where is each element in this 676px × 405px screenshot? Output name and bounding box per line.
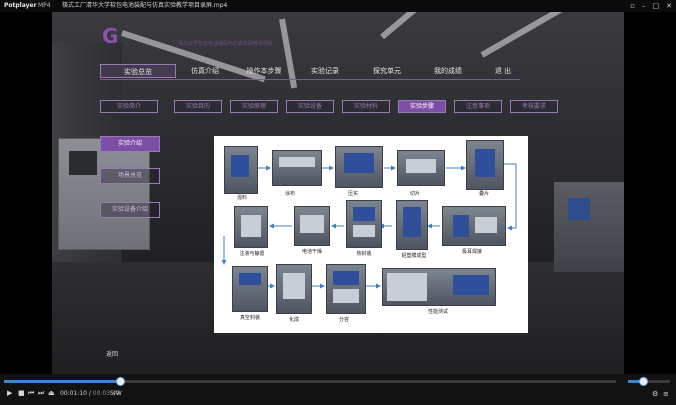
heat-sealing-image — [346, 200, 382, 248]
tab-assessment[interactable]: 考核要求 — [510, 100, 558, 113]
stacking-image — [466, 140, 504, 190]
top-nav: 实验总览 仿真介绍 操作本步骤 实验记录 探究单元 我的成绩 退 出 — [100, 64, 540, 78]
seek-thumb[interactable] — [116, 377, 126, 386]
mixing-image — [224, 146, 258, 194]
seek-progress — [4, 380, 121, 383]
next-icon[interactable]: ⏭ — [38, 389, 44, 398]
nav-overview[interactable]: 实验总览 — [100, 64, 176, 78]
nav-exit[interactable]: 退 出 — [478, 64, 528, 78]
nav-underline — [100, 79, 520, 80]
seek-bar[interactable] — [4, 377, 616, 386]
nav-grades[interactable]: 我的成绩 — [418, 64, 478, 78]
side-button-intro[interactable]: 实验介绍 — [100, 136, 160, 152]
settings-icon[interactable]: ⚙ — [652, 390, 658, 398]
minimize-icon[interactable]: – — [642, 0, 646, 12]
nav-explore[interactable]: 探究单元 — [356, 64, 418, 78]
grading-image — [326, 264, 366, 314]
tab-notes[interactable]: 注意事项 — [454, 100, 502, 113]
sw-toggle[interactable]: S/W — [110, 390, 122, 397]
stop-icon[interactable]: ■ — [18, 389, 25, 397]
vacuum-sealing-image — [232, 266, 268, 312]
menu-icon[interactable]: ≡ — [663, 390, 669, 398]
volume-slider[interactable] — [628, 377, 670, 386]
performance-test-image — [382, 268, 496, 306]
lab-logo: G — [102, 24, 118, 48]
tab-welding-image — [442, 206, 506, 246]
nav-intro[interactable]: 仿真介绍 — [176, 64, 234, 78]
nav-records[interactable]: 实验记录 — [294, 64, 356, 78]
maximize-icon[interactable]: □ — [653, 0, 660, 12]
cutting-image — [397, 150, 445, 186]
formation-image — [276, 264, 312, 314]
current-time: 00:01:10 — [60, 390, 87, 397]
film-forming-image — [396, 200, 428, 250]
ceiling-light — [480, 12, 579, 58]
file-format: MP4 — [38, 2, 51, 9]
player-controls: ▶ ■ ⏮ ⏭ ⏏ 00:01:10 / 00:03:40 S/W ⚙ ≡ — [0, 374, 676, 405]
lab-subtitle: 清华大学软包电池装配与仿真实验教学项目 — [178, 41, 274, 47]
side-button-scene[interactable]: 场景总览 — [100, 168, 160, 184]
electrolyte-filling-image — [234, 206, 268, 248]
play-icon[interactable]: ▶ — [7, 389, 12, 397]
eject-icon[interactable]: ⏏ — [48, 389, 55, 397]
tab-brief[interactable]: 实验简介 — [100, 100, 158, 113]
pressing-image — [335, 146, 383, 188]
process-flow-diagram: 混料 涂布 压实 切片 叠片 极耳焊接 铝塑膜成型 热封装 电池干燥 注液与静置… — [214, 136, 528, 333]
prev-icon[interactable]: ⏮ — [28, 389, 34, 398]
return-button[interactable]: 返回 — [106, 349, 118, 358]
ceiling-light — [380, 12, 453, 40]
volume-thumb[interactable] — [638, 377, 648, 386]
pin-icon[interactable]: ▫ — [630, 0, 635, 12]
tab-steps[interactable]: 实验步骤 — [398, 100, 446, 113]
lab-machine — [58, 138, 150, 250]
tab-purpose[interactable]: 实验目的 — [174, 100, 222, 113]
coating-image — [272, 150, 322, 186]
tab-equipment[interactable]: 实验设备 — [286, 100, 334, 113]
app-name[interactable]: Potplayer — [4, 0, 37, 12]
tab-principle[interactable]: 实验原理 — [230, 100, 278, 113]
video-area[interactable]: G 清华大学软包电池装配与仿真实验教学项目 实验总览 仿真介绍 操作本步骤 实验… — [0, 12, 676, 374]
drying-image — [294, 206, 330, 246]
title-bar: Potplayer MP4 筷式工厂清华大学软包电池装配与仿真实验教学项目录屏.… — [0, 0, 676, 12]
close-icon[interactable]: ✕ — [666, 0, 672, 12]
window-title: 筷式工厂清华大学软包电池装配与仿真实验教学项目录屏.mp4 — [62, 2, 228, 9]
lab-machine — [554, 182, 624, 272]
nav-steps[interactable]: 操作本步骤 — [234, 64, 294, 78]
tab-materials[interactable]: 实验材料 — [342, 100, 390, 113]
side-button-equipment[interactable]: 实验设备介绍 — [100, 202, 160, 218]
